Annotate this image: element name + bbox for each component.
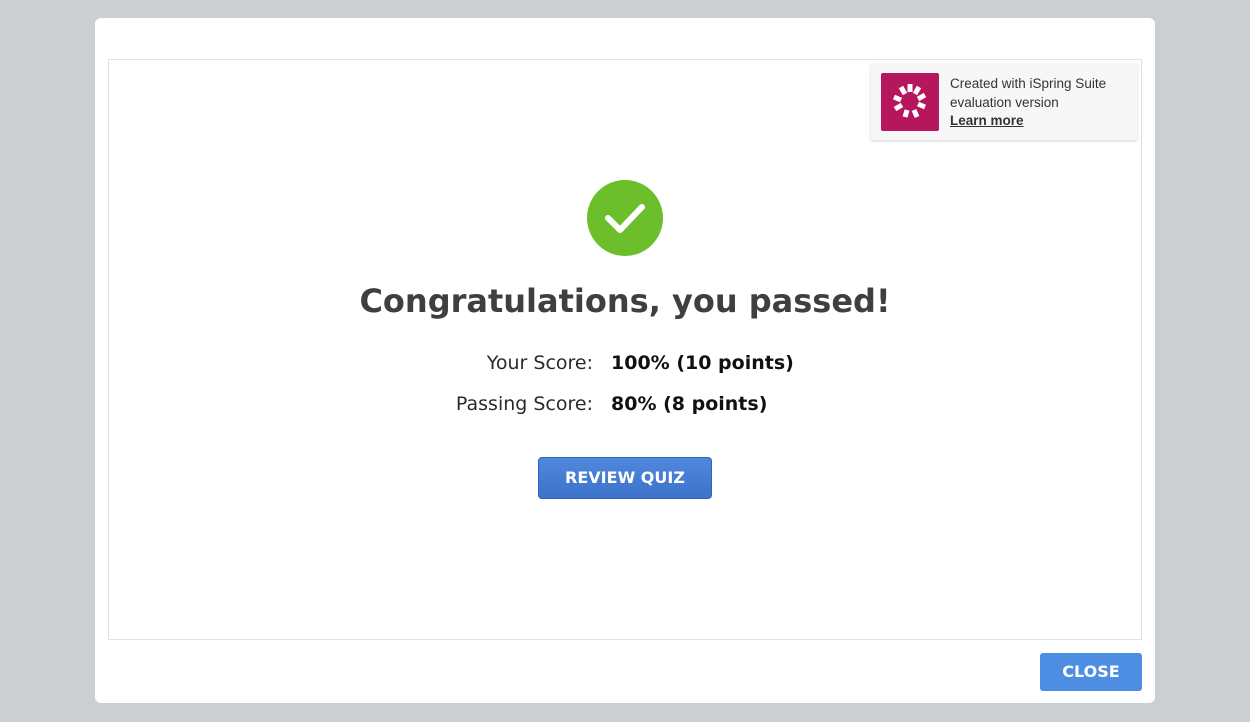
passing-score-row: Passing Score: 80% (8 points)	[109, 393, 1141, 419]
result-panel: Created with iSpring Suite evaluation ve…	[108, 59, 1142, 640]
checkmark-icon	[587, 180, 663, 256]
evaluation-line-2: evaluation version	[950, 94, 1059, 110]
review-quiz-button[interactable]: REVIEW QUIZ	[538, 457, 712, 499]
evaluation-line-1: Created with iSpring Suite	[950, 76, 1107, 91]
your-score-value: 100% (10 points)	[611, 352, 794, 374]
passing-score-label: Passing Score:	[455, 393, 593, 415]
ispring-logo-icon	[881, 73, 939, 131]
learn-more-link[interactable]: Learn more	[950, 112, 1024, 131]
evaluation-banner: Created with iSpring Suite evaluation ve…	[871, 64, 1137, 140]
evaluation-text: Created with iSpring Suite evaluation ve…	[950, 75, 1106, 131]
quiz-result-dialog: Created with iSpring Suite evaluation ve…	[95, 18, 1155, 703]
passing-score-value: 80% (8 points)	[611, 393, 768, 415]
your-score-row: Your Score: 100% (10 points)	[109, 352, 1141, 378]
close-button[interactable]: CLOSE	[1040, 653, 1142, 691]
result-title: Congratulations, you passed!	[359, 282, 891, 320]
your-score-label: Your Score:	[486, 352, 593, 374]
